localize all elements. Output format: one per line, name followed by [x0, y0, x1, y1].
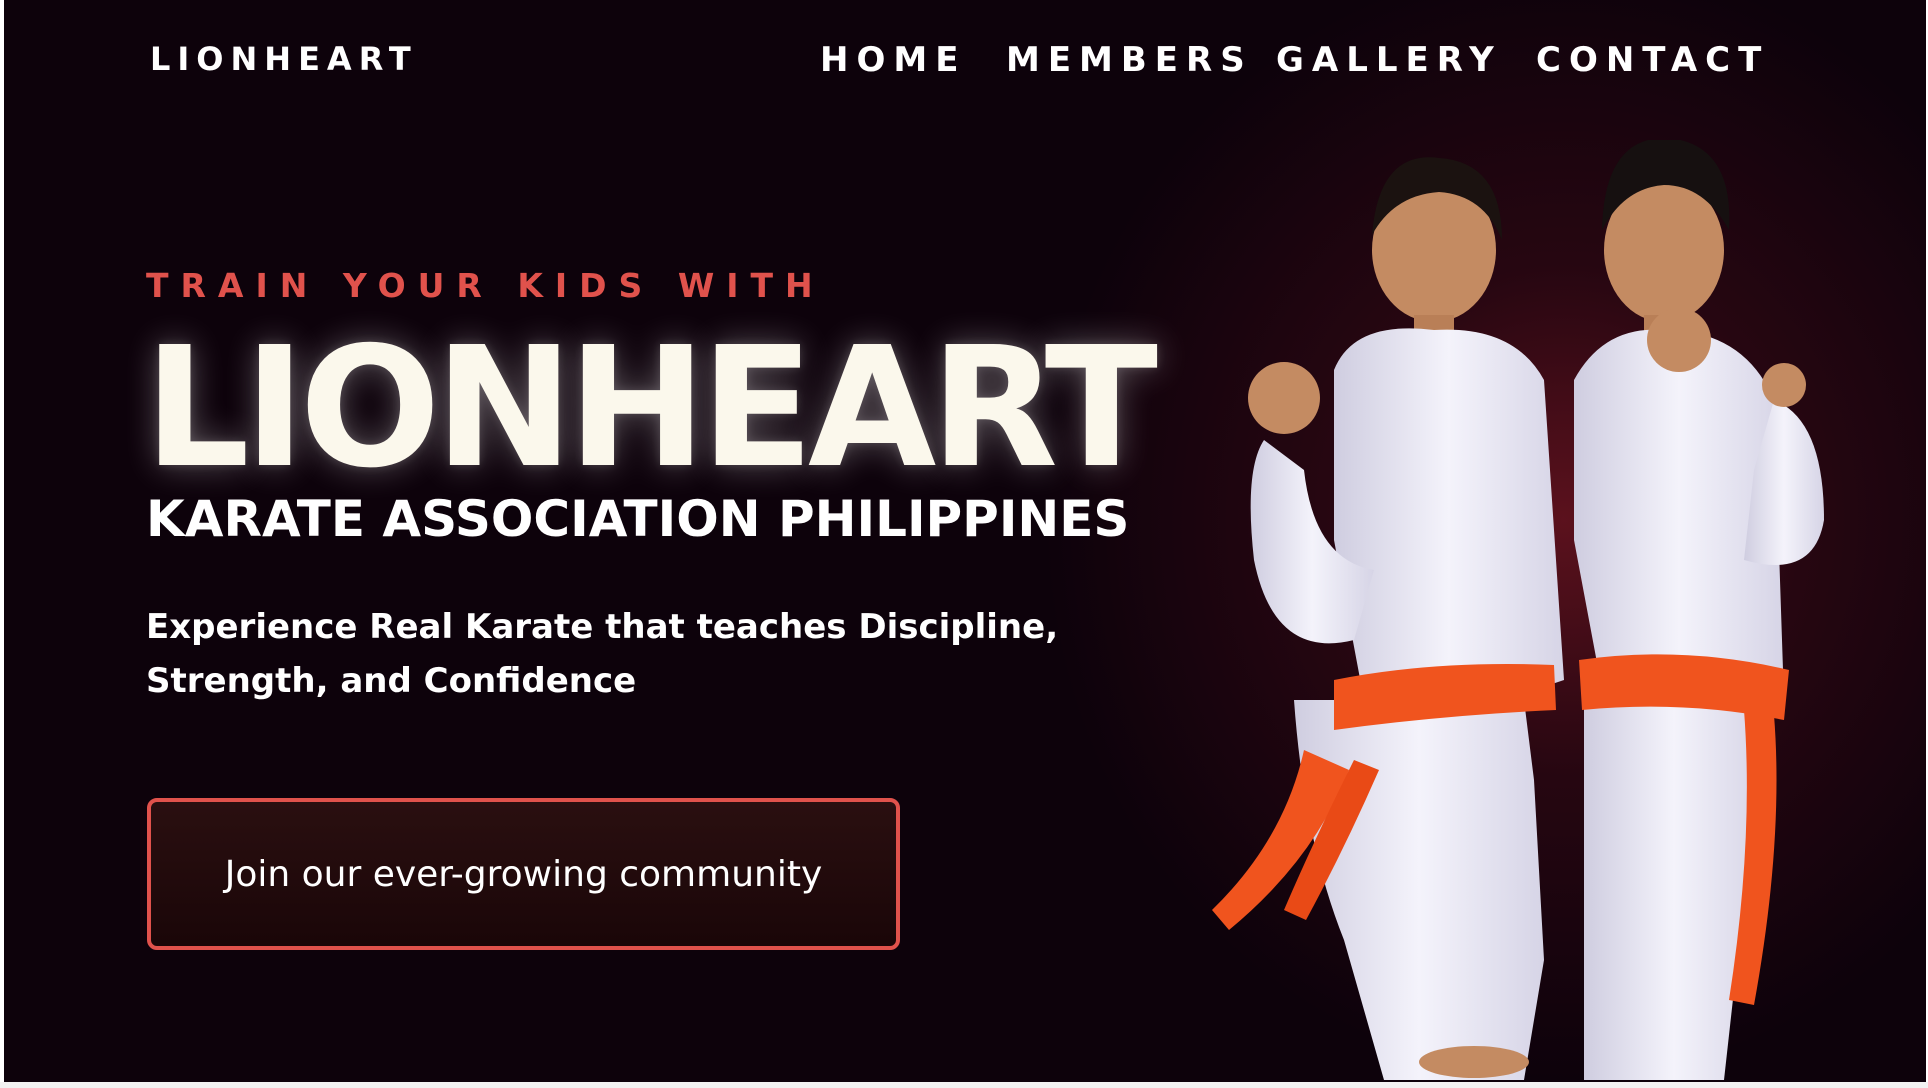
boy-figure — [1574, 140, 1824, 1080]
main-nav: HOME MEMBERS GALLERY CONTACT — [4, 40, 1926, 84]
nav-gallery[interactable]: GALLERY — [1276, 40, 1502, 80]
nav-contact[interactable]: CONTACT — [1536, 40, 1769, 80]
nav-members[interactable]: MEMBERS — [1006, 40, 1253, 80]
hero-section: LIONHEART HOME MEMBERS GALLERY CONTACT T… — [4, 0, 1926, 1082]
hero-description-line2: Strength, and Confidence — [146, 661, 637, 701]
karate-kids-photo — [1212, 140, 1824, 1080]
nav-home[interactable]: HOME — [820, 40, 966, 80]
hero-kicker: TRAIN YOUR KIDS WITH — [146, 266, 825, 305]
hero-subtitle: KARATE ASSOCIATION PHILIPPINES — [146, 490, 1130, 548]
hero-title: LIONHEART — [144, 312, 1158, 505]
hero-description: Experience Real Karate that teaches Disc… — [146, 600, 1059, 708]
join-community-button[interactable]: Join our ever-growing community — [147, 798, 900, 950]
girl-figure — [1212, 157, 1564, 1080]
hero-description-line1: Experience Real Karate that teaches Disc… — [146, 607, 1059, 647]
page-bottom-edge — [0, 1082, 1928, 1088]
